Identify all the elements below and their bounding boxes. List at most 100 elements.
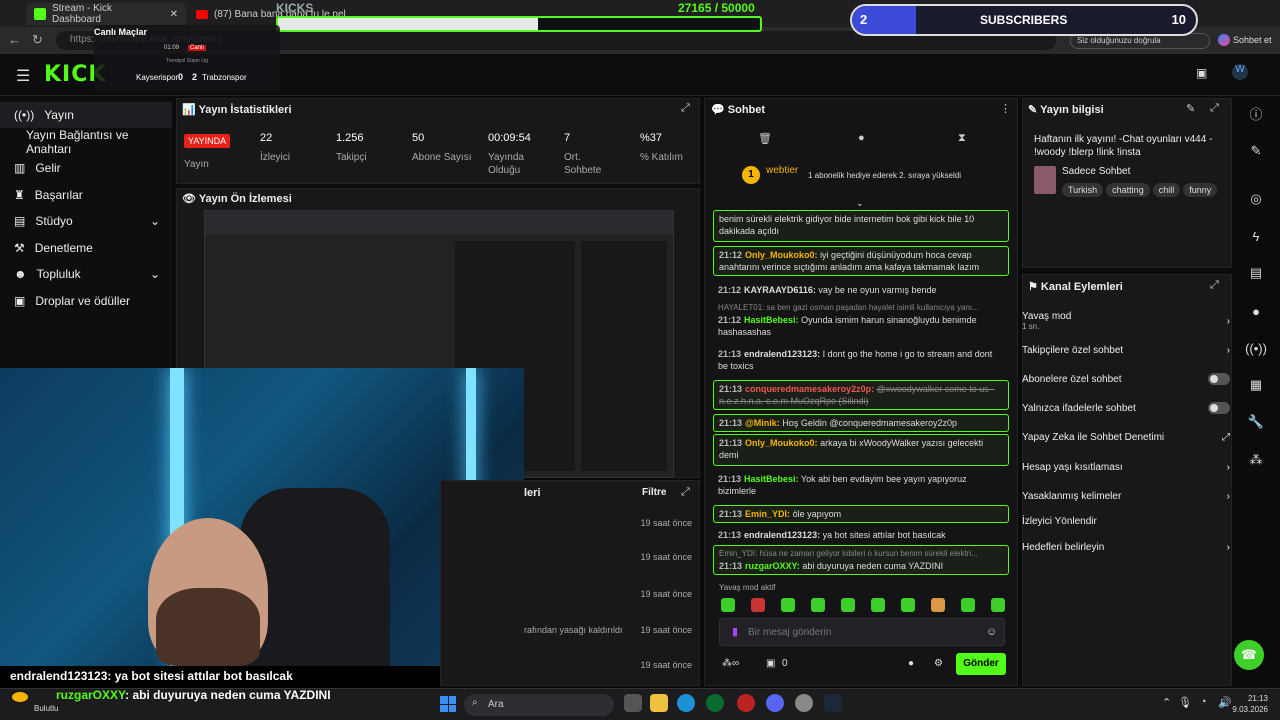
document-icon[interactable]: ▤ [1236, 258, 1276, 288]
youtube-favicon-icon [196, 9, 208, 19]
taskbar-search[interactable]: Ara [464, 694, 614, 716]
emoji-icon[interactable]: ☺ [986, 626, 997, 638]
menu-icon[interactable]: ☰ [16, 66, 30, 86]
emote[interactable] [901, 598, 915, 612]
action-emotes-only[interactable]: Yalnızca ifadelerle sohbet [1022, 395, 1230, 421]
task-view-icon[interactable] [624, 694, 642, 712]
action-raid[interactable]: İzleyici Yönlendir [1022, 508, 1230, 534]
hourglass-icon[interactable]: ⧗ [958, 132, 966, 145]
pinned-user: webtier [766, 165, 799, 176]
bits-icon[interactable]: ⁂∞ [722, 658, 739, 669]
chat-bubble-icon[interactable]: ● [858, 132, 865, 144]
chevron-down-icon: ⌄ [149, 214, 160, 228]
settings-icon[interactable]: ⚙ [934, 658, 943, 669]
copilot-button[interactable]: Sohbet et [1218, 31, 1274, 49]
action-banned-words[interactable]: Yasaklanmış kelimeler › [1022, 483, 1230, 509]
chevron-right-icon: › [1226, 461, 1230, 473]
emote[interactable] [751, 598, 765, 612]
chat-icon[interactable]: ● [1236, 296, 1276, 326]
chat-message: 21:12 KAYRAAYD6116: vay be ne oyun varmış… [718, 285, 937, 295]
more-icon[interactable]: ⋮ [1000, 102, 1011, 115]
gift-icon[interactable]: ▣ [766, 658, 775, 669]
edit-icon[interactable]: ✎ [1186, 102, 1195, 115]
weather-label: Bulutlu [34, 704, 59, 713]
send-button[interactable]: Gönder [956, 653, 1006, 675]
broadcast-icon[interactable]: ((•)) [1236, 333, 1276, 363]
emote[interactable] [871, 598, 885, 612]
app-icon[interactable] [706, 694, 724, 712]
reload-icon[interactable]: ↻ [32, 32, 43, 48]
emote[interactable] [931, 598, 945, 612]
subscriber-goal: 2 SUBSCRIBERS 10 [850, 4, 1198, 36]
chat-message: benim sürekli elektrik gidiyor bide inte… [713, 210, 1009, 242]
match-league: Trendyol Süper Lig [166, 58, 209, 64]
sidebar-item-yayin[interactable]: ((•)) Yayın [0, 102, 172, 128]
channel-actions-title: ⚑ Kanal Eylemleri [1028, 281, 1123, 293]
emote[interactable] [991, 598, 1005, 612]
emote[interactable] [721, 598, 735, 612]
gift-icon: ▣ [14, 294, 26, 308]
sidebar-item-label: Topluluk [36, 267, 81, 281]
match-time: 01:09 [164, 45, 180, 51]
tag[interactable]: Turkish [1062, 183, 1104, 197]
chat-message: 21:13 @Minik: Hoş Geldin @conqueredmamesa… [713, 414, 1009, 432]
action-account-age[interactable]: Hesap yaşı kısıtlaması › [1022, 454, 1230, 480]
close-icon[interactable]: ✕ [170, 9, 178, 20]
edge-icon[interactable] [677, 694, 695, 712]
chat-bubble-icon[interactable]: ● [908, 658, 914, 669]
steam-icon[interactable] [824, 694, 842, 712]
wrench-icon[interactable]: 🔧 [1236, 407, 1276, 437]
tag[interactable]: funny [1183, 183, 1218, 197]
expand-icon[interactable]: ⤢ [1210, 102, 1219, 115]
chrome-icon[interactable] [795, 694, 813, 712]
chat-input[interactable] [748, 622, 968, 642]
trash-icon[interactable]: 🗑 [758, 132, 772, 145]
action-followers-only[interactable]: Takipçilere özel sohbet › [1022, 337, 1230, 363]
sidebar-item-stream-key[interactable]: Yayın Bağlantısı ve Anahtarı [0, 128, 172, 156]
back-icon[interactable]: ← [8, 32, 21, 47]
info-icon[interactable]: ⓘ [1236, 98, 1276, 128]
sidebar-item-studyo[interactable]: ▤ Stüdyo ⌄ [0, 208, 172, 234]
collapse-icon[interactable]: ⌄ [856, 198, 864, 209]
discord-icon[interactable] [766, 694, 784, 712]
network-icon[interactable]: ◔ [1200, 696, 1207, 708]
tab-kick-dashboard[interactable]: Stream - Kick Dashboard ✕ [26, 3, 186, 25]
sidebar-item-topluluk[interactable]: ☻ Topluluk ⌄ [0, 261, 172, 287]
grid-icon[interactable]: ▦ [1236, 370, 1276, 400]
emote[interactable] [781, 598, 795, 612]
action-subscribers-only[interactable]: Abonelere özel sohbet [1022, 366, 1230, 392]
tag[interactable]: chatting [1106, 183, 1150, 197]
emote[interactable] [811, 598, 825, 612]
action-slow-mode[interactable]: Yavaş mod 1 sn. › [1022, 306, 1230, 336]
emote[interactable] [841, 598, 855, 612]
gift-icon[interactable]: ▣ [1196, 66, 1207, 80]
filter-button[interactable]: Filtre [642, 487, 666, 498]
mic-icon[interactable]: 🎙 [1178, 696, 1192, 709]
windows-start-icon[interactable] [440, 696, 456, 712]
screen-icon[interactable]: ◎ [1236, 184, 1276, 214]
sidebar-item-basarilar[interactable]: ♜ Başarılar [0, 182, 172, 208]
tag[interactable]: chill [1152, 183, 1181, 197]
dots-icon[interactable]: ⁂ [1236, 445, 1276, 475]
avatar[interactable]: W [1232, 64, 1248, 80]
expand-icon[interactable]: ⤢ [681, 102, 690, 115]
tray-up-icon[interactable]: ⌃ [1162, 696, 1171, 709]
sidebar-item-droplar[interactable]: ▣ Droplar ve ödüller [0, 288, 172, 314]
emote[interactable] [961, 598, 975, 612]
expand-icon[interactable]: ⤢ [1210, 279, 1219, 292]
expand-icon[interactable]: ⤢ [681, 486, 690, 499]
obs-icon[interactable] [737, 694, 755, 712]
kicks-label: KICKS [276, 1, 314, 15]
lightning-icon[interactable]: ϟ [1236, 221, 1276, 251]
action-ai-moderation[interactable]: Yapay Zeka ile Sohbet Denetimi ⤢ [1022, 424, 1230, 450]
live-badge: YAYINDA [184, 134, 231, 148]
help-button[interactable]: ☎ [1234, 640, 1264, 670]
toggle-switch [1208, 373, 1230, 385]
sidebar-item-denetleme[interactable]: ⚒ Denetleme [0, 235, 172, 261]
chat-message: 21:13 Emin_YDI: öle yapıyom [713, 505, 1009, 523]
file-explorer-icon[interactable] [650, 694, 668, 712]
action-goals[interactable]: Hedefleri belirleyin › [1022, 534, 1230, 560]
clock: 21:13 9.03.2026 [1232, 694, 1268, 714]
pencil-icon[interactable]: ✎ [1236, 136, 1276, 166]
sidebar-item-gelir[interactable]: ▥ Gelir [0, 155, 172, 181]
